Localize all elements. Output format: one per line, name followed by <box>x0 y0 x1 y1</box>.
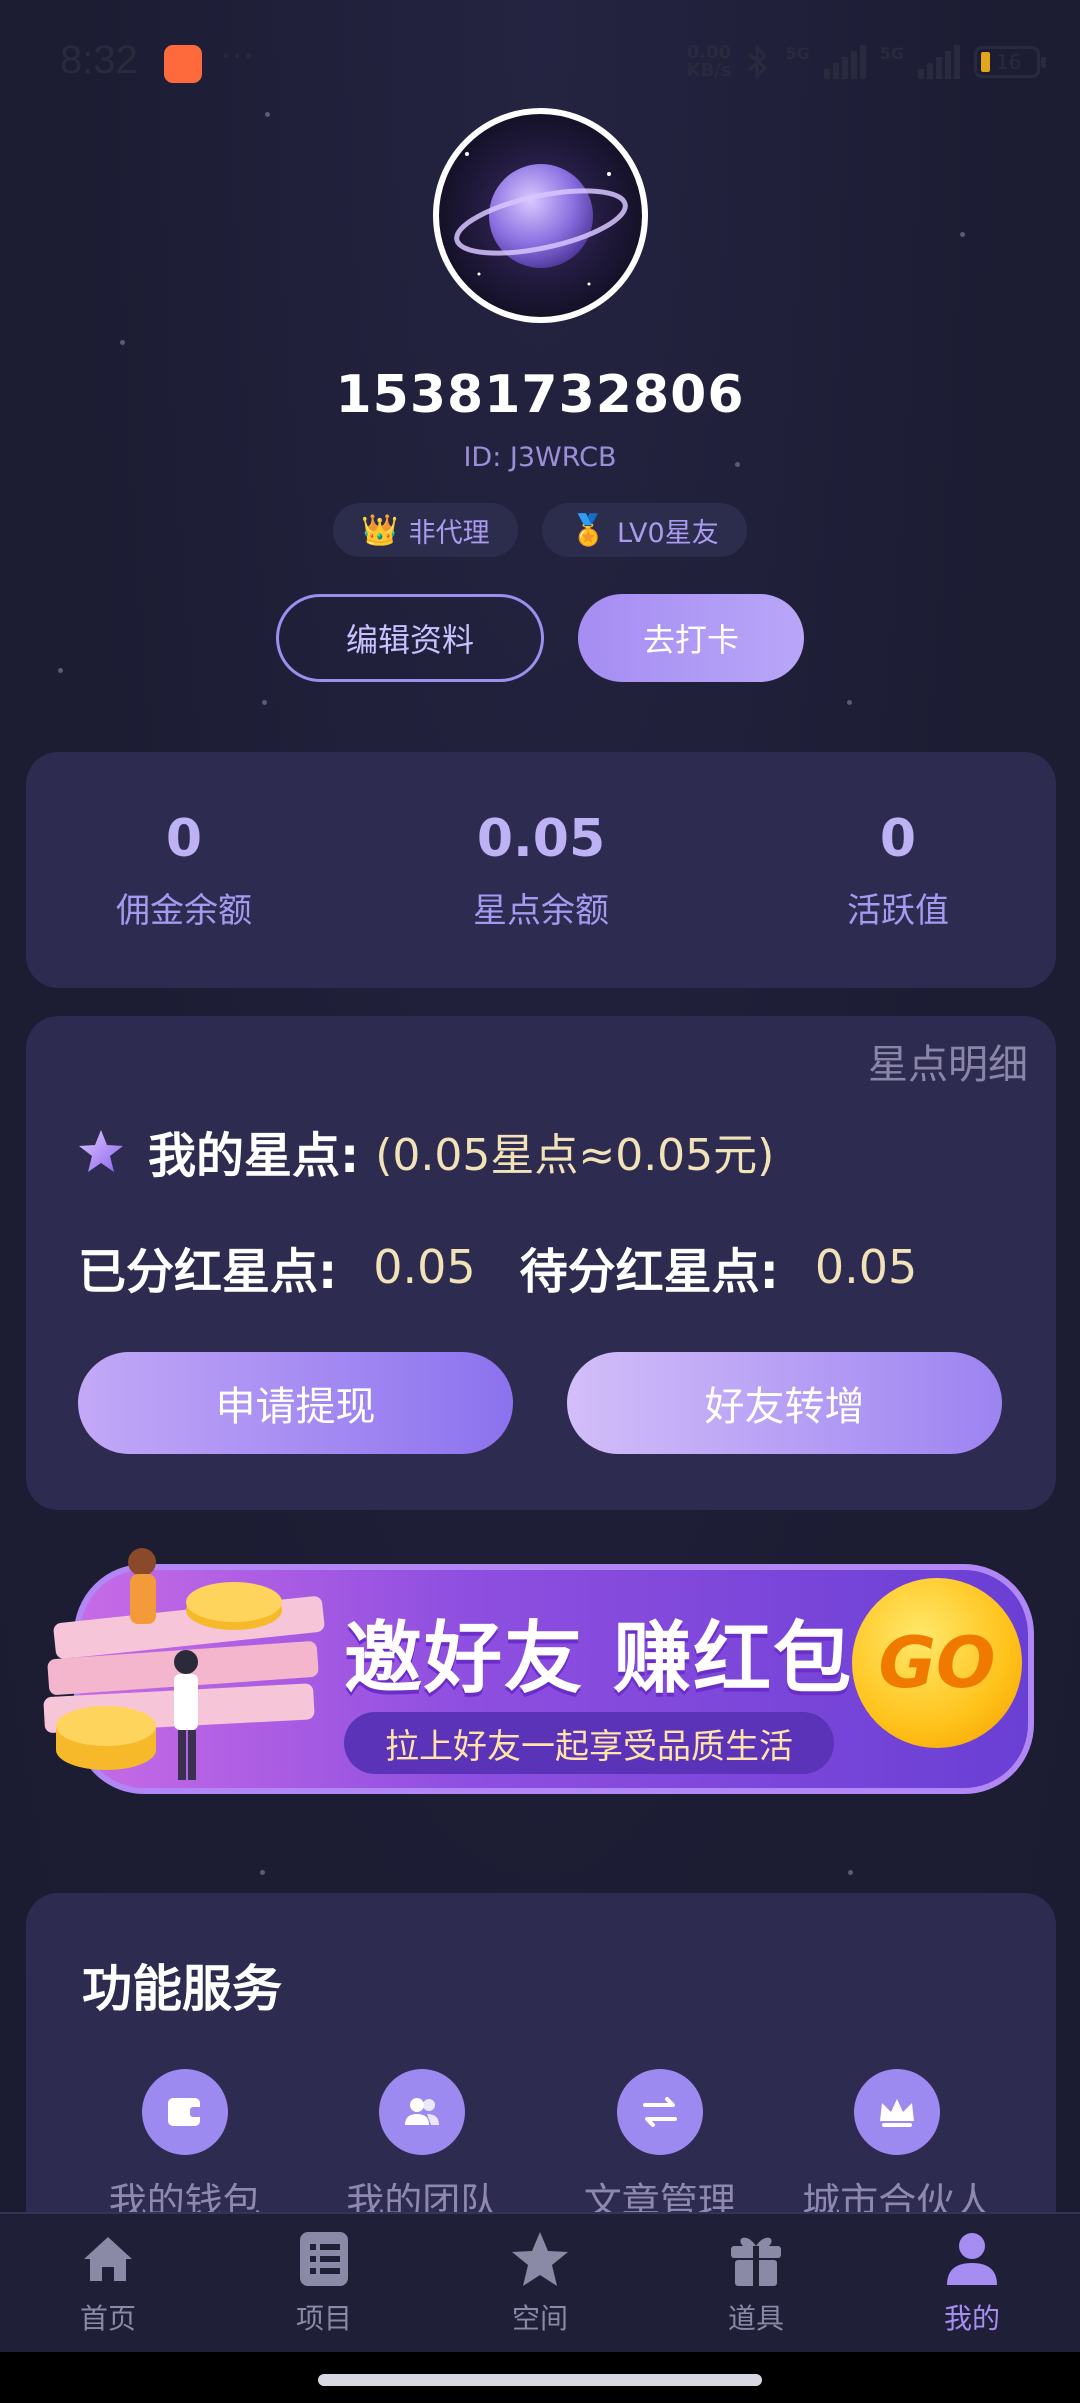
coins-illustration <box>43 1548 325 1780</box>
app-notification-icon <box>164 45 202 83</box>
star-icon <box>510 2229 570 2289</box>
stat-label: 佣金余额 <box>116 890 252 931</box>
dividended-value: 0.05 <box>373 1240 476 1294</box>
status-right: 0.00 KB/s 5G 5G 16 <box>687 44 1046 80</box>
nav-projects[interactable]: 项目 <box>216 2214 432 2352</box>
crown-icon: 👑 <box>361 512 399 548</box>
activity-value[interactable]: 0 活跃值 <box>788 752 1008 988</box>
go-label: GO <box>878 1622 996 1704</box>
nav-label: 我的 <box>943 2302 1000 2335</box>
dividended-label: 已分红星点: <box>78 1244 338 1300</box>
points-title-row: 我的星点: (0.05星点≈0.05元) <box>78 1116 774 1186</box>
crown-icon <box>854 2069 941 2155</box>
wallet-icon <box>141 2069 228 2155</box>
bg-star-dot <box>848 1870 853 1875</box>
gift-icon <box>726 2229 786 2289</box>
stat-label: 星点余额 <box>473 890 609 931</box>
nav-label: 道具 <box>727 2302 784 2335</box>
level-badge-label: LV0星友 <box>616 517 719 549</box>
home-indicator[interactable] <box>318 2374 762 2386</box>
status-more-icon: ··· <box>220 36 255 77</box>
services-row: 我的钱包 我的团队 文章管理 城市合伙人 <box>26 2069 1056 2226</box>
go-button[interactable]: GO <box>852 1578 1022 1748</box>
home-icon <box>78 2229 138 2289</box>
banner-subtitle-pill: 拉上好友一起享受品质生活 <box>344 1712 834 1774</box>
status-time: 8:32 <box>60 38 138 82</box>
points-title: 我的星点: <box>148 1128 360 1184</box>
bottom-nav: 首页 项目 空间 道具 我的 <box>0 2212 1080 2352</box>
user-badges: 👑 非代理 🏅 LV0星友 <box>0 503 1080 557</box>
user-id: ID: J3WRCB <box>463 442 617 473</box>
transfer-button[interactable]: 好友转增 <box>567 1352 1002 1454</box>
nav-label: 空间 <box>511 2302 568 2335</box>
signal2-label: 5G <box>879 44 904 63</box>
checkin-button[interactable]: 去打卡 <box>578 594 804 682</box>
services-title: 功能服务 <box>82 1960 282 2018</box>
bg-star-dot <box>847 700 852 705</box>
swap-icon <box>616 2069 703 2155</box>
avatar[interactable] <box>433 108 648 323</box>
list-icon <box>294 2229 354 2289</box>
stat-value: 0.05 <box>476 808 606 869</box>
commission-balance[interactable]: 0 佣金余额 <box>74 752 294 988</box>
withdraw-button[interactable]: 申请提现 <box>78 1352 513 1454</box>
pending-value: 0.05 <box>814 1240 918 1294</box>
nav-mine[interactable]: 我的 <box>864 2214 1080 2352</box>
stat-value: 0 <box>165 808 203 869</box>
medal-icon: 🏅 <box>569 512 607 548</box>
user-icon <box>942 2229 1002 2289</box>
nav-space[interactable]: 空间 <box>432 2214 648 2352</box>
points-buttons: 申请提现 好友转增 <box>78 1352 1002 1454</box>
pending-label: 待分红星点: <box>519 1244 779 1300</box>
planet-avatar-image <box>454 152 628 286</box>
edit-profile-button[interactable]: 编辑资料 <box>276 594 544 682</box>
points-subtitle: (0.05星点≈0.05元) <box>375 1130 775 1181</box>
team-icon <box>379 2069 466 2155</box>
signal1-icon <box>823 45 866 79</box>
service-wallet[interactable]: 我的钱包 <box>80 2069 290 2226</box>
nav-label: 项目 <box>295 2302 352 2335</box>
points-detail-link[interactable]: 星点明细 <box>868 1032 1028 1090</box>
net-speed-unit: KB/s <box>686 60 732 81</box>
star-points-card: 星点明细 我的星点: (0.05星点≈0.05元) 已分红星点: 0.05 待分… <box>26 1016 1056 1510</box>
user-phone: 15381732806 <box>335 365 745 425</box>
agent-badge-label: 非代理 <box>408 517 490 549</box>
service-articles[interactable]: 文章管理 <box>555 2069 765 2226</box>
balance-card: 0 佣金余额 0.05 星点余额 0 活跃值 <box>26 752 1056 988</box>
bg-star-dot <box>262 700 267 705</box>
invite-banner[interactable]: 邀好友 赚红包 拉上好友一起享受品质生活 GO <box>34 1540 1046 1810</box>
stat-value: 0 <box>879 808 917 869</box>
star-points-balance[interactable]: 0.05 星点余额 <box>431 752 651 988</box>
nav-props[interactable]: 道具 <box>648 2214 864 2352</box>
service-team[interactable]: 我的团队 <box>317 2069 527 2226</box>
signal1-label: 5G <box>785 44 810 63</box>
net-speed: 0.00 KB/s <box>687 44 732 80</box>
bluetooth-icon <box>748 44 768 80</box>
service-city-partner[interactable]: 城市合伙人 <box>792 2069 1002 2226</box>
level-badge: 🏅 LV0星友 <box>541 503 747 557</box>
stat-label: 活跃值 <box>847 890 949 931</box>
battery-level: 16 <box>996 50 1022 74</box>
nav-label: 首页 <box>79 2302 136 2335</box>
agent-badge: 👑 非代理 <box>333 503 518 557</box>
bg-star-dot <box>960 232 965 237</box>
star-icon <box>79 1130 123 1172</box>
banner-title: 邀好友 赚红包 <box>344 1614 854 1704</box>
nav-home[interactable]: 首页 <box>0 2214 216 2352</box>
my-page: 8:32 ··· 0.00 KB/s 5G 5G 16 15381732806 … <box>0 0 1080 2403</box>
banner-subtitle: 拉上好友一起享受品质生活 <box>385 1726 793 1767</box>
dividend-row: 已分红星点: 0.05 待分红星点: 0.05 <box>78 1232 1038 1302</box>
battery-icon: 16 <box>974 46 1046 78</box>
bg-star-dot <box>120 340 125 345</box>
profile-actions: 编辑资料 去打卡 <box>0 594 1080 682</box>
bg-star-dot <box>260 1870 265 1875</box>
signal2-icon <box>918 45 960 79</box>
